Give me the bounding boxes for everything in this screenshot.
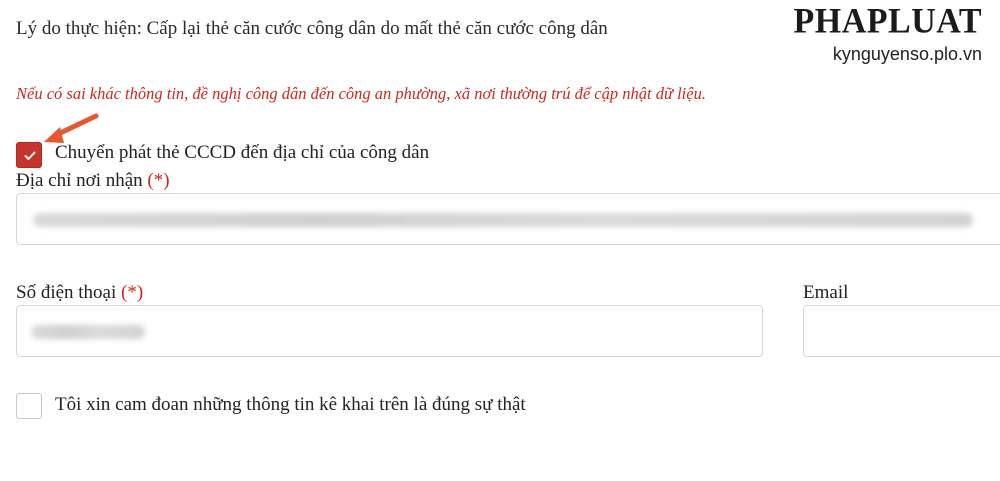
commitment-checkbox-label[interactable]: Tôi xin cam đoan những thông tin kê khai… — [55, 394, 526, 416]
phone-label-text: Số điện thoại — [16, 282, 117, 303]
address-required-mark: (*) — [147, 170, 170, 191]
phone-label: Số điện thoại (*) — [16, 282, 143, 304]
delivery-checkbox-label[interactable]: Chuyển phát thẻ CCCD đến địa chỉ của côn… — [55, 142, 429, 164]
address-blurred-value — [33, 213, 973, 227]
watermark-brand: PHAPLUAT — [793, 2, 982, 41]
address-input[interactable] — [16, 193, 1000, 245]
phone-input[interactable] — [16, 305, 763, 357]
notice-text: Nếu có sai khác thông tin, đề nghị công … — [16, 84, 706, 103]
commitment-checkbox[interactable] — [16, 393, 42, 419]
watermark-url: kynguyenso.plo.vn — [832, 44, 982, 64]
email-label: Email — [803, 282, 849, 303]
check-icon — [24, 151, 36, 160]
watermark-logo: PHAPLUAT kynguyenso.plo.vn — [793, 2, 982, 65]
address-label-text: Địa chỉ nơi nhận — [16, 170, 143, 191]
delivery-checkbox[interactable] — [16, 142, 42, 168]
address-label: Địa chỉ nơi nhận (*) — [16, 170, 170, 192]
email-input[interactable] — [803, 305, 1000, 357]
phone-blurred-value — [31, 325, 145, 339]
phone-required-mark: (*) — [121, 282, 144, 303]
reason-text: Lý do thực hiện: Cấp lại thẻ căn cước cô… — [16, 18, 608, 39]
